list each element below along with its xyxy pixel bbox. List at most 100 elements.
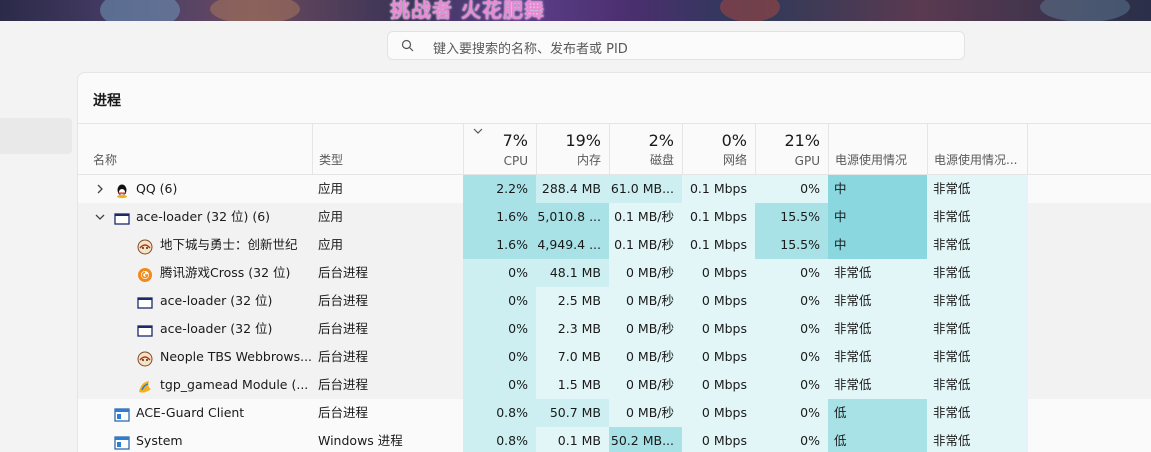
table-row[interactable]: ace-loader (32 位) 后台进程 0% 2.5 MB 0 MB/秒 0 Mbp… [78, 287, 1151, 315]
process-name-cell: ace-loader (32 位) [78, 315, 312, 343]
memory-cell: 48.1 MB [536, 259, 609, 287]
power-cell: 非常低 [828, 371, 927, 399]
type-cell: 后台进程 [318, 349, 369, 364]
window-icon [114, 209, 130, 225]
column-header-power[interactable]: 电源使用情况 [828, 124, 927, 174]
tencent-cross-icon [137, 265, 153, 282]
power-trend-cell: 非常低 [927, 259, 1028, 287]
column-header-cpu[interactable]: 7% CPU [463, 124, 536, 174]
cpu-cell: 0% [463, 315, 536, 343]
cpu-cell: 0.8% [463, 399, 536, 427]
network-cell: 0.1 Mbps [682, 203, 755, 231]
network-cell: 0 Mbps [682, 399, 755, 427]
table-row[interactable]: ace-loader (32 位) (6) 应用 1.6% 5,010.8 ... 0.… [78, 203, 1151, 231]
network-cell: 0 Mbps [682, 343, 755, 371]
chevron-down-icon[interactable] [94, 211, 106, 223]
memory-cell: 5,010.8 ... [536, 203, 609, 231]
table-row[interactable]: tgp_gamead Module (... 后台进程 0% 1.5 MB 0 MB/秒… [78, 371, 1151, 399]
power-trend-cell: 非常低 [927, 343, 1028, 371]
disk-cell: 0 MB/秒 [609, 371, 682, 399]
type-cell: 应用 [318, 181, 344, 196]
process-name-cell: ace-loader (32 位) [78, 287, 312, 315]
search-input[interactable]: 键入要搜索的名称、发布者或 PID [387, 31, 965, 60]
search-icon [401, 39, 414, 52]
sidebar-item-processes[interactable] [0, 118, 72, 154]
power-cell: 中 [828, 203, 927, 231]
column-header-gpu[interactable]: 21% GPU [755, 124, 828, 174]
gpu-cell: 0% [755, 175, 828, 203]
chevron-right-icon[interactable] [94, 183, 106, 195]
process-name-cell: 地下城与勇士：创新世纪 [78, 231, 312, 259]
gpu-cell: 15.5% [755, 203, 828, 231]
power-cell: 低 [828, 399, 927, 427]
type-cell: Windows 进程 [318, 433, 403, 448]
memory-cell: 50.7 MB [536, 399, 609, 427]
process-name: QQ (6) [136, 181, 178, 196]
power-cell: 非常低 [828, 315, 927, 343]
memory-cell: 1.5 MB [536, 371, 609, 399]
type-cell: 后台进程 [318, 265, 369, 280]
type-cell: 后台进程 [318, 321, 369, 336]
table-row[interactable]: ace-loader (32 位) 后台进程 0% 2.3 MB 0 MB/秒 0 Mbp… [78, 315, 1151, 343]
process-name-cell: System [78, 427, 312, 452]
process-name: ace-loader (32 位) [160, 293, 273, 308]
column-header-network[interactable]: 0% 网络 [682, 124, 755, 174]
memory-cell: 7.0 MB [536, 343, 609, 371]
table-row[interactable]: System Windows 进程 0.8% 0.1 MB 50.2 MB... 0 Mb… [78, 427, 1151, 452]
disk-cell: 0.1 MB/秒 [609, 231, 682, 259]
type-cell: 应用 [318, 209, 344, 224]
power-trend-cell: 非常低 [927, 287, 1028, 315]
column-header-type[interactable]: 类型 [312, 124, 463, 174]
network-cell: 0 Mbps [682, 287, 755, 315]
cpu-cell: 1.6% [463, 231, 536, 259]
cpu-cell: 0% [463, 371, 536, 399]
memory-cell: 2.3 MB [536, 315, 609, 343]
power-cell: 非常低 [828, 343, 927, 371]
power-trend-cell: 非常低 [927, 399, 1028, 427]
cpu-cell: 2.2% [463, 175, 536, 203]
disk-cell: 0.1 MB/秒 [609, 203, 682, 231]
column-header-disk[interactable]: 2% 磁盘 [609, 124, 682, 174]
process-name-cell: 腾讯游戏Cross (32 位) [78, 259, 312, 287]
power-trend-cell: 非常低 [927, 231, 1028, 259]
app-window-icon [114, 433, 130, 450]
cpu-cell: 0% [463, 287, 536, 315]
table-row[interactable]: Neople TBS Webbrows... 后台进程 0% 7.0 MB 0 MB/秒… [78, 343, 1151, 371]
process-name: 腾讯游戏Cross (32 位) [160, 265, 291, 280]
process-name: ACE-Guard Client [136, 405, 245, 420]
column-header-memory[interactable]: 19% 内存 [536, 124, 609, 174]
power-cell: 中 [828, 231, 927, 259]
gpu-cell: 0% [755, 259, 828, 287]
power-cell: 非常低 [828, 259, 927, 287]
window-icon [137, 321, 153, 337]
power-trend-cell: 非常低 [927, 427, 1028, 452]
type-cell: 后台进程 [318, 293, 369, 308]
disk-cell: 50.2 MB... [609, 427, 682, 452]
process-name: Neople TBS Webbrows... [160, 349, 313, 364]
table-row[interactable]: ACE-Guard Client 后台进程 0.8% 50.7 MB 0 MB/秒 0 M… [78, 399, 1151, 427]
top-banner-image: 挑战者 火花肥舞 [0, 0, 1151, 21]
power-trend-cell: 非常低 [927, 203, 1028, 231]
power-trend-cell: 非常低 [927, 315, 1028, 343]
network-cell: 0 Mbps [682, 371, 755, 399]
process-name-cell: QQ (6) [78, 175, 312, 203]
network-cell: 0 Mbps [682, 315, 755, 343]
process-name: 地下城与勇士：创新世纪 [160, 237, 298, 252]
memory-cell: 4,949.4 ... [536, 231, 609, 259]
network-cell: 0 Mbps [682, 427, 755, 452]
gpu-cell: 0% [755, 399, 828, 427]
dnf-icon [137, 237, 153, 255]
network-cell: 0.1 Mbps [682, 231, 755, 259]
table-row[interactable]: QQ (6) 应用 2.2% 288.4 MB 61.0 MB... 0.1 Mbps 0%… [78, 175, 1151, 203]
column-header-power-trend[interactable]: 电源使用情况... [927, 124, 1028, 174]
type-cell: 后台进程 [318, 377, 369, 392]
table-row[interactable]: 地下城与勇士：创新世纪 应用 1.6% 4,949.4 ... 0.1 MB/秒 0.1 … [78, 231, 1151, 259]
memory-cell: 288.4 MB [536, 175, 609, 203]
disk-cell: 0 MB/秒 [609, 399, 682, 427]
table-row[interactable]: 腾讯游戏Cross (32 位) 后台进程 0% 48.1 MB 0 MB/秒 0 Mbp… [78, 259, 1151, 287]
process-name: ace-loader (32 位) [160, 321, 273, 336]
window-icon [137, 293, 153, 309]
column-header-name[interactable]: 名称 [78, 124, 312, 174]
process-name-cell: ACE-Guard Client [78, 399, 312, 427]
gpu-cell: 0% [755, 427, 828, 452]
